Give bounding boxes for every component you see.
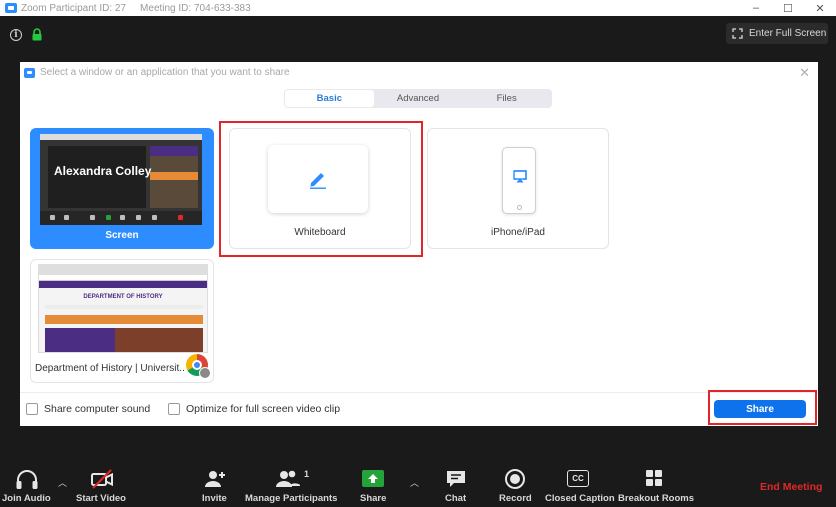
- chat-button[interactable]: Chat: [444, 462, 468, 507]
- zoom-app-icon: [24, 67, 35, 78]
- checkbox-icon: [168, 403, 180, 415]
- fullscreen-icon: [732, 28, 743, 39]
- screen-thumbnail: Alexandra Colley: [40, 134, 202, 225]
- manage-participants-label: Manage Participants: [245, 493, 338, 504]
- share-sound-label: Share computer sound: [44, 403, 151, 415]
- enter-full-screen-button[interactable]: Enter Full Screen: [726, 23, 828, 44]
- dialog-divider: [20, 392, 818, 393]
- airplay-icon: [513, 170, 527, 183]
- maximize-button[interactable]: ☐: [772, 0, 804, 16]
- chat-icon: [447, 471, 465, 487]
- tab-basic[interactable]: Basic: [285, 90, 374, 107]
- start-video-label: Start Video: [76, 493, 126, 504]
- start-video-button[interactable]: Start Video: [76, 462, 130, 507]
- share-label: Share: [360, 493, 387, 504]
- join-audio-label: Join Audio: [2, 493, 51, 504]
- share-option-screen[interactable]: Alexandra Colley Screen: [30, 128, 214, 249]
- close-icon[interactable]: ✕: [799, 65, 810, 81]
- meeting-toolbar: Join Audio ︿ Start Video Invite 1 Manage…: [0, 462, 836, 507]
- dialog-title-text: Select a window or an application that y…: [40, 67, 290, 78]
- thumbnail-page-heading: DEPARTMENT OF HISTORY: [83, 294, 163, 300]
- tab-files[interactable]: Files: [462, 90, 551, 107]
- share-option-browser-window[interactable]: DEPARTMENT OF HISTORY Department of Hist…: [30, 259, 214, 383]
- close-window-button[interactable]: ✕: [804, 0, 836, 16]
- minimize-button[interactable]: –: [740, 0, 772, 16]
- tab-advanced[interactable]: Advanced: [374, 90, 463, 107]
- audio-options-caret-icon[interactable]: ︿: [58, 476, 67, 489]
- share-button-highlight-box: [708, 390, 817, 425]
- share-tabs: Basic Advanced Files: [284, 89, 552, 108]
- share-screen-dialog: Select a window or an application that y…: [20, 62, 818, 426]
- optimize-video-checkbox[interactable]: Optimize for full screen video clip: [168, 403, 340, 415]
- checkbox-icon: [26, 403, 38, 415]
- headphones-icon: [16, 470, 38, 489]
- add-person-icon: [205, 471, 225, 487]
- chrome-icon: [186, 354, 211, 379]
- record-icon: [505, 469, 525, 489]
- closed-caption-label: Closed Caption: [545, 493, 615, 504]
- participant-count: 1: [304, 469, 310, 479]
- join-audio-button[interactable]: Join Audio: [2, 462, 54, 507]
- breakout-rooms-button[interactable]: Breakout Rooms: [618, 462, 695, 507]
- record-button[interactable]: Record: [498, 462, 532, 507]
- dialog-title: Select a window or an application that y…: [24, 67, 290, 78]
- thumbnail-participant-name: Alexandra Colley: [54, 164, 152, 178]
- invite-label: Invite: [202, 493, 227, 504]
- window-title-bar: Zoom Participant ID: 27 Meeting ID: 704-…: [0, 0, 836, 16]
- record-label: Record: [499, 493, 532, 504]
- screen-label: Screen: [105, 230, 139, 241]
- lock-icon[interactable]: [31, 28, 43, 46]
- breakout-rooms-icon: [646, 470, 662, 486]
- meeting-info-icon[interactable]: i: [10, 29, 22, 41]
- participants-icon: [276, 470, 300, 487]
- share-option-iphone-ipad[interactable]: iPhone/iPad: [427, 128, 609, 249]
- manage-participants-button[interactable]: 1 Manage Participants: [245, 462, 338, 507]
- browser-thumbnail: DEPARTMENT OF HISTORY: [38, 264, 208, 353]
- end-meeting-button[interactable]: End Meeting: [760, 481, 822, 493]
- zoom-app-icon: [5, 3, 17, 13]
- share-screen-icon: [362, 470, 384, 487]
- participant-id: Zoom Participant ID: 27: [21, 2, 127, 14]
- optimize-video-label: Optimize for full screen video clip: [186, 403, 341, 415]
- chat-label: Chat: [445, 493, 467, 504]
- window-controls: – ☐ ✕: [740, 0, 836, 16]
- meeting-id: Meeting ID: 704-633-383: [140, 2, 251, 14]
- breakout-rooms-label: Breakout Rooms: [618, 493, 695, 504]
- iphone-ipad-label: iPhone/iPad: [491, 227, 545, 238]
- share-options-caret-icon[interactable]: ︿: [410, 476, 419, 489]
- invite-button[interactable]: Invite: [201, 462, 229, 507]
- share-computer-sound-checkbox[interactable]: Share computer sound: [26, 403, 150, 415]
- browser-window-label: Department of History | Universit...: [35, 363, 185, 374]
- closed-caption-icon: CC: [567, 470, 589, 487]
- share-screen-button[interactable]: Share: [359, 462, 387, 507]
- closed-caption-button[interactable]: CC Closed Caption: [545, 462, 615, 507]
- phone-icon: [502, 147, 536, 214]
- video-off-icon: [91, 469, 113, 489]
- fullscreen-label: Enter Full Screen: [749, 28, 827, 39]
- whiteboard-highlight-box: [219, 121, 423, 257]
